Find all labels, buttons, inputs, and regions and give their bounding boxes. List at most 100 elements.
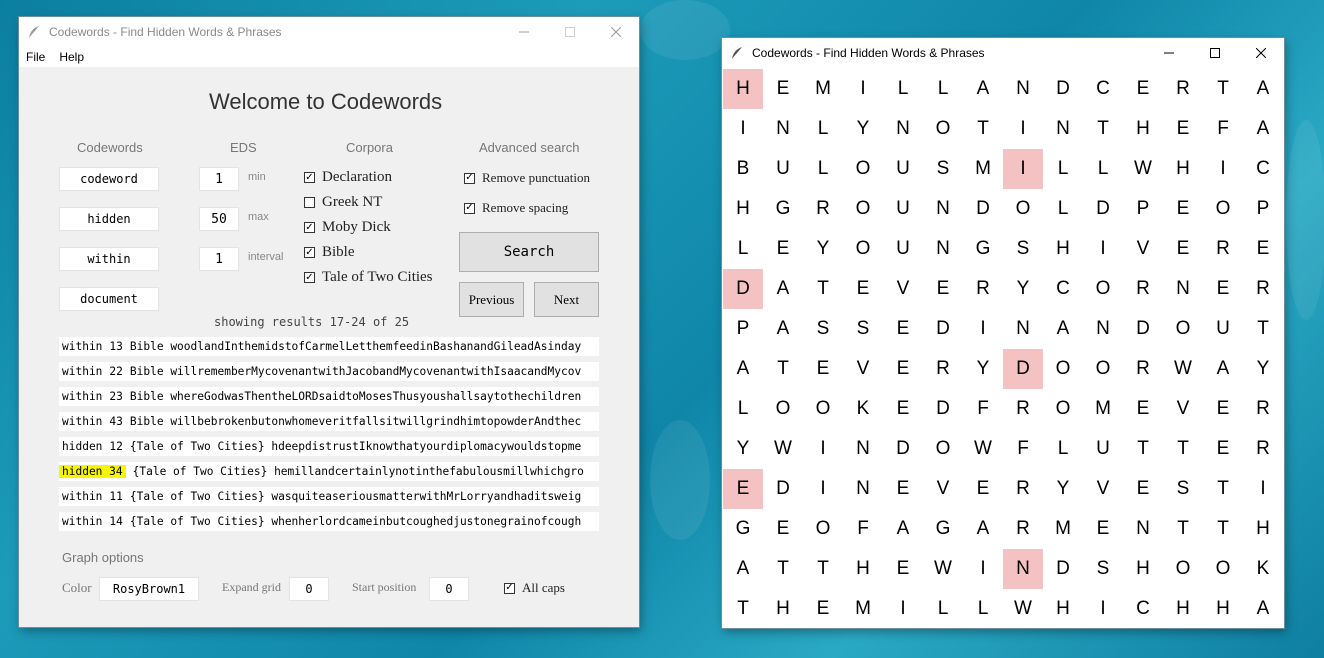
grid-cell: P bbox=[1256, 198, 1270, 219]
grid-cell: V bbox=[1176, 398, 1190, 419]
grid-cell: I bbox=[1100, 598, 1106, 619]
grid-cell: D bbox=[896, 438, 910, 459]
eds-min-input[interactable]: 1 bbox=[199, 167, 239, 191]
grid-cell: E bbox=[896, 478, 910, 499]
grid-cell: E bbox=[896, 398, 910, 419]
result-row[interactable]: within 22 Bible willrememberMycovenantwith… bbox=[59, 362, 599, 381]
minimize-button[interactable] bbox=[1146, 38, 1192, 68]
search-button[interactable]: Search bbox=[459, 232, 599, 272]
grid-cell: S bbox=[1016, 238, 1030, 259]
previous-button[interactable]: Previous bbox=[459, 282, 524, 317]
corpus-greek-nt-checkbox[interactable]: Greek NT bbox=[304, 194, 382, 211]
grid-cell: E bbox=[1176, 238, 1190, 259]
grid-cell: V bbox=[1136, 238, 1150, 259]
graph-options-header: Graph options bbox=[62, 550, 144, 565]
grid-cell: E bbox=[896, 558, 910, 579]
result-row[interactable]: hidden 12 {Tale of Two Cities} hdeepdistru… bbox=[59, 437, 599, 456]
result-keyword: within bbox=[62, 390, 103, 403]
expand-grid-input[interactable]: 0 bbox=[289, 577, 329, 601]
codeword-input-1[interactable]: codeword bbox=[59, 167, 159, 191]
result-row[interactable]: within 11 {Tale of Two Cities} wasquitease… bbox=[59, 487, 599, 506]
results-count-label: showing results 17-24 of 25 bbox=[214, 315, 410, 329]
grid-cell: S bbox=[1096, 558, 1110, 579]
result-row[interactable]: within 43 Bible willbebrokenbutonwhomeveri… bbox=[59, 412, 599, 431]
grid-cell: R bbox=[1016, 518, 1030, 539]
menu-file[interactable]: File bbox=[19, 50, 52, 64]
grid-cell: L bbox=[817, 158, 829, 179]
corpus-declaration-checkbox[interactable]: ✓ Declaration bbox=[304, 169, 392, 186]
corpus-moby-dick-checkbox[interactable]: ✓ Moby Dick bbox=[304, 219, 391, 236]
result-skip: 23 bbox=[109, 390, 123, 403]
grid-cell: O bbox=[1095, 278, 1111, 299]
minimize-button[interactable] bbox=[501, 17, 547, 47]
grid-cell: E bbox=[816, 598, 830, 619]
grid-cell: H bbox=[1136, 558, 1150, 579]
checkbox-unchecked bbox=[304, 197, 315, 208]
grid-cell: D bbox=[776, 478, 790, 499]
result-keyword: within bbox=[62, 365, 103, 378]
grid-cell: N bbox=[1176, 278, 1190, 299]
grid-cell: G bbox=[975, 238, 991, 259]
grid-cell: O bbox=[1095, 358, 1111, 379]
close-button[interactable] bbox=[593, 17, 639, 47]
result-skip: 12 bbox=[109, 440, 123, 453]
title-bar[interactable]: Codewords - Find Hidden Words & Phrases bbox=[722, 38, 1284, 68]
result-row[interactable]: hidden 34 {Tale of Two Cities} hemillandc… bbox=[59, 462, 599, 481]
result-row[interactable]: within 23 Bible whereGodwasThentheLORDsaid… bbox=[59, 387, 599, 406]
eds-min-label: min bbox=[248, 171, 266, 183]
grid-cell: O bbox=[1055, 358, 1071, 379]
grid-cell: D bbox=[1096, 198, 1110, 219]
grid-cell: F bbox=[1217, 118, 1229, 139]
grid-cell: O bbox=[855, 158, 871, 179]
result-row[interactable]: within 13 Bible woodlandInthemidstofCarmel… bbox=[59, 337, 599, 356]
eds-interval-input[interactable]: 1 bbox=[199, 247, 239, 271]
eds-max-input[interactable]: 50 bbox=[199, 207, 239, 231]
result-text: Bible willbebrokenbutonwhomeveritfallsit… bbox=[129, 415, 582, 428]
maximize-button[interactable] bbox=[547, 17, 593, 47]
title-bar[interactable]: Codewords - Find Hidden Words & Phrases bbox=[19, 17, 639, 47]
grid-cell: E bbox=[1176, 118, 1190, 139]
grid-cell: P bbox=[736, 318, 750, 339]
grid-cell: H bbox=[776, 598, 790, 619]
grid-cell: W bbox=[974, 438, 992, 459]
grid-cell: C bbox=[1096, 78, 1110, 99]
all-caps-checkbox[interactable]: ✓ All caps bbox=[504, 580, 565, 596]
grid-cell: R bbox=[1256, 438, 1270, 459]
codewords-header: Codewords bbox=[77, 140, 143, 155]
option-label: Remove spacing bbox=[482, 200, 569, 215]
color-input[interactable]: RosyBrown1 bbox=[99, 577, 199, 601]
codeword-input-4[interactable]: document bbox=[59, 287, 159, 311]
maximize-button[interactable] bbox=[1192, 38, 1238, 68]
grid-cell: D bbox=[723, 269, 763, 309]
maximize-icon bbox=[1210, 48, 1220, 58]
grid-cell: V bbox=[936, 478, 950, 499]
grid-cell: A bbox=[1216, 358, 1230, 379]
menu-help[interactable]: Help bbox=[52, 50, 91, 64]
grid-cell: R bbox=[1216, 238, 1230, 259]
menu-bar: File Help bbox=[19, 47, 639, 67]
grid-cell: M bbox=[975, 158, 991, 179]
grid-cell: M bbox=[1055, 518, 1071, 539]
corpus-tale-of-two-cities-checkbox[interactable]: ✓ Tale of Two Cities bbox=[304, 269, 433, 286]
grid-cell: I bbox=[1220, 158, 1226, 179]
result-text: Bible whereGodwasThentheLORDsaidtoMosesT… bbox=[129, 390, 582, 403]
grid-cell: N bbox=[936, 198, 950, 219]
letter-grid: HEMILLANDCERTAINLYNOTINTHEFABULOUSMILLWH… bbox=[723, 69, 1283, 629]
remove-punctuation-checkbox[interactable]: ✓ Remove punctuation bbox=[464, 170, 590, 186]
corpus-bible-checkbox[interactable]: ✓ Bible bbox=[304, 244, 355, 261]
remove-spacing-checkbox[interactable]: ✓ Remove spacing bbox=[464, 200, 568, 216]
grid-cell: E bbox=[1216, 438, 1230, 459]
close-button[interactable] bbox=[1238, 38, 1284, 68]
grid-cell: O bbox=[775, 398, 791, 419]
next-button[interactable]: Next bbox=[534, 282, 599, 317]
grid-cell: E bbox=[1216, 278, 1230, 299]
codeword-input-3[interactable]: within bbox=[59, 247, 159, 271]
start-position-input[interactable]: 0 bbox=[429, 577, 469, 601]
grid-cell: C bbox=[1056, 278, 1070, 299]
grid-cell: E bbox=[1136, 398, 1150, 419]
codeword-input-2[interactable]: hidden bbox=[59, 207, 159, 231]
grid-cell: I bbox=[900, 598, 906, 619]
grid-cell: R bbox=[936, 358, 950, 379]
result-row[interactable]: within 14 {Tale of Two Cities} whenherlord… bbox=[59, 512, 599, 531]
grid-cell: O bbox=[1215, 198, 1231, 219]
